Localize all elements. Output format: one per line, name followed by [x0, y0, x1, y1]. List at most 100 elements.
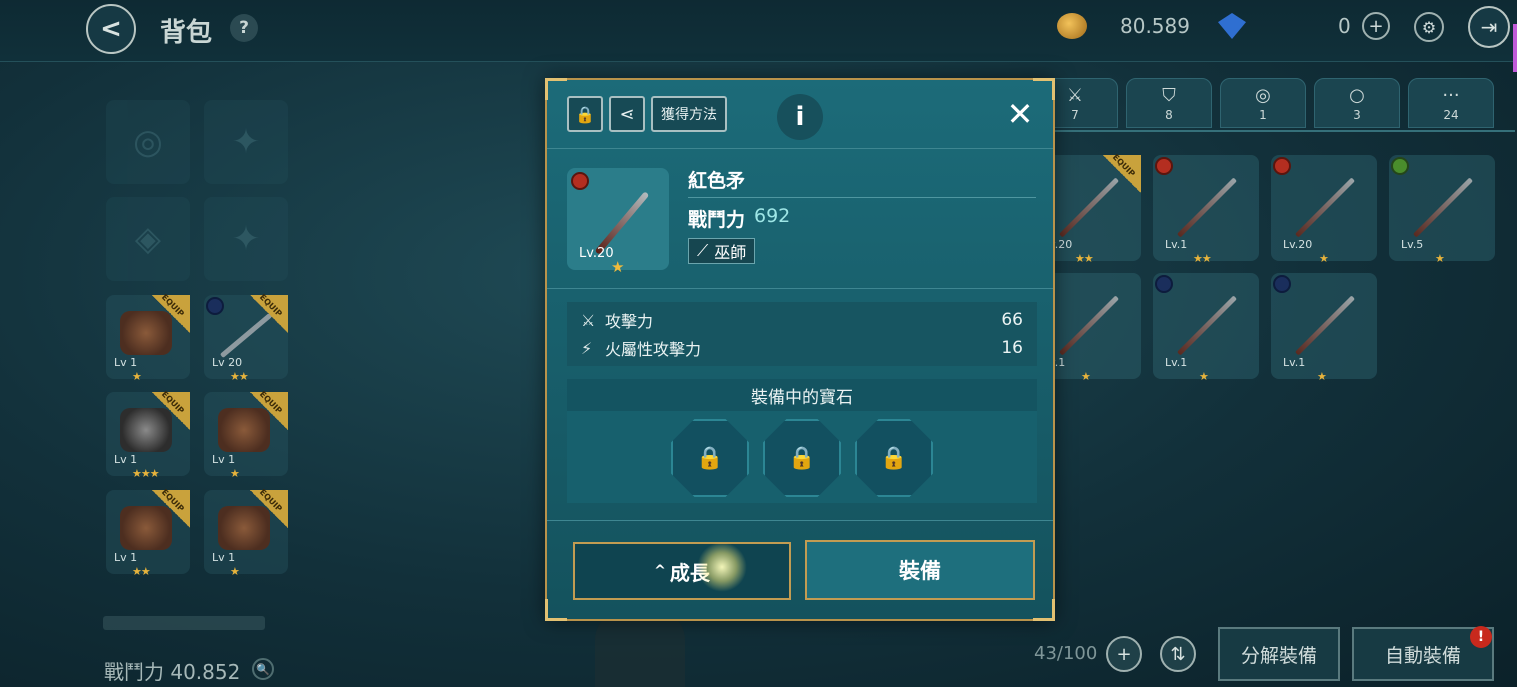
tab-necklace[interactable]: ◎ 1	[1220, 78, 1306, 128]
lock-icon: 🔒	[788, 445, 816, 471]
item-detail-modal: 🔒 ⋖ 獲得方法 i ✕ Lv.20 ★ 紅色矛 戰鬥力 692 ⟋ 巫師 ⚔ …	[545, 78, 1055, 621]
exit-icon[interactable]: ⇥	[1468, 6, 1510, 48]
gem-section-header: 裝備中的寶石	[567, 379, 1037, 411]
stat-value: 66	[1001, 310, 1023, 330]
equip-tag: EQUIP	[250, 293, 288, 333]
add-currency-button[interactable]: +	[1362, 12, 1390, 40]
water-element-icon	[1273, 275, 1291, 293]
gem-sockets: 🔒 🔒 🔒	[567, 411, 1037, 503]
lock-icon: 🔒	[696, 445, 724, 471]
spear-icon	[1176, 295, 1238, 356]
combat-power-value: 692	[754, 205, 791, 227]
spear-icon	[1294, 177, 1356, 238]
info-icon[interactable]: i	[777, 94, 823, 140]
divider	[547, 520, 1053, 521]
back-button[interactable]: <	[86, 4, 136, 54]
inventory-item[interactable]: Lv.1 ★	[1153, 273, 1259, 383]
tab-more[interactable]: ··· 24	[1408, 78, 1494, 128]
slot-level: Lv 1	[114, 551, 138, 564]
equip-slot-gloves[interactable]: EQUIP Lv 1 ★★	[106, 488, 190, 578]
equip-slot-crown[interactable]: EQUIP Lv 1 ★	[106, 293, 190, 383]
plus-icon: +	[1116, 643, 1132, 665]
expand-inventory-button[interactable]: +	[1106, 636, 1142, 672]
gem-socket-locked[interactable]: 🔒	[763, 419, 841, 497]
inventory-item[interactable]: Lv.5 ★	[1389, 155, 1495, 265]
equip-tag: EQUIP	[152, 293, 190, 333]
equip-button[interactable]: 裝備	[805, 540, 1035, 600]
settings-icon[interactable]: ⚙	[1414, 12, 1444, 42]
item-stars: ★	[1317, 370, 1327, 383]
divider	[547, 148, 1053, 149]
tab-armor[interactable]: ⛉ 8	[1126, 78, 1212, 128]
slot-stars: ★	[132, 370, 142, 383]
acquire-method-button[interactable]: 獲得方法	[651, 96, 727, 132]
necklace-icon: ◎	[1255, 85, 1271, 106]
sort-icon: ⇅	[1170, 643, 1186, 665]
inventory-item[interactable]: Lv.1 ★★	[1153, 155, 1259, 265]
slot-level: Lv 1	[114, 453, 138, 466]
equip-slot-spear[interactable]: EQUIP Lv 20 ★★	[204, 293, 288, 383]
equip-slot-armor[interactable]: EQUIP Lv 1 ★	[204, 390, 288, 480]
gem-socket-locked[interactable]: 🔒	[671, 419, 749, 497]
class-tag: ⟋ 巫師	[688, 238, 756, 264]
slot-stars: ★★	[132, 565, 151, 578]
slot-stars: ★	[230, 467, 240, 480]
close-icon[interactable]: ✕	[1005, 94, 1035, 134]
fire-element-icon	[1273, 157, 1291, 175]
spear-icon	[1058, 295, 1120, 356]
spear-icon	[1294, 295, 1356, 356]
equip-tag: EQUIP	[152, 390, 190, 430]
share-button[interactable]: ⋖	[609, 96, 645, 132]
fire-sword-icon: ⚡	[581, 338, 593, 358]
grow-button[interactable]: ^ 成長	[573, 542, 791, 600]
equip-tag: EQUIP	[250, 390, 288, 430]
equip-slot-helmet[interactable]: EQUIP Lv 1 ★★★	[106, 390, 190, 480]
item-stars: ★	[1081, 370, 1091, 383]
necklace-slot-empty[interactable]: ◎	[106, 100, 190, 184]
player-name-blurred	[103, 616, 265, 630]
item-name: 紅色矛	[688, 170, 746, 192]
earring-icon: ◈	[134, 219, 162, 259]
tab-ring[interactable]: ○ 3	[1314, 78, 1400, 128]
disassemble-button[interactable]: 分解裝備	[1218, 627, 1340, 681]
frame-corner	[1033, 599, 1055, 621]
weapon-slot-empty[interactable]: ✦	[204, 100, 288, 184]
side-notification-edge	[1513, 24, 1517, 72]
help-icon[interactable]: ?	[230, 14, 258, 42]
leaf-element-icon	[1391, 157, 1409, 175]
sword-icon: ✦	[231, 219, 261, 259]
sort-button[interactable]: ⇅	[1160, 636, 1196, 672]
stat-row: ⚡ 火屬性攻擊力 16	[581, 334, 1023, 362]
equip-tag: EQUIP	[250, 488, 288, 528]
combat-power-label: 戰鬥力	[688, 209, 746, 231]
inventory-item[interactable]: Lv.20 ★	[1271, 155, 1377, 265]
offhand-slot-empty[interactable]: ✦	[204, 197, 288, 281]
share-icon: ⋖	[619, 103, 635, 125]
stat-label: 攻擊力	[605, 312, 654, 331]
inventory-count: 43/100	[1034, 643, 1098, 664]
chevron-up-icon: ^	[654, 563, 666, 579]
earring-slot-empty[interactable]: ◈	[106, 197, 190, 281]
item-icon: Lv.20 ★	[567, 168, 669, 276]
item-level: Lv.20	[579, 246, 614, 261]
alert-badge: !	[1470, 626, 1492, 648]
tab-count: 3	[1353, 108, 1361, 122]
more-icon: ···	[1442, 85, 1460, 106]
lock-icon: 🔒	[880, 445, 908, 471]
gem-amount: 0	[1338, 14, 1351, 38]
slot-level: Lv 1	[114, 356, 138, 369]
equip-slot-boots[interactable]: EQUIP Lv 1 ★	[204, 488, 288, 578]
tab-count: 8	[1165, 108, 1173, 122]
character-silhouette	[595, 610, 685, 687]
gem-socket-locked[interactable]: 🔒	[855, 419, 933, 497]
search-icon[interactable]: 🔍	[252, 658, 274, 680]
slot-level: Lv 1	[212, 453, 236, 466]
tap-glow	[697, 542, 747, 592]
spear-icon	[1412, 177, 1474, 238]
divider	[688, 197, 1036, 198]
item-level: Lv.1	[1165, 356, 1188, 369]
item-stars: ★★	[1075, 252, 1094, 265]
stats-box: ⚔ 攻擊力 66 ⚡ 火屬性攻擊力 16	[567, 302, 1037, 366]
lock-button[interactable]: 🔒	[567, 96, 603, 132]
inventory-item[interactable]: Lv.1 ★	[1271, 273, 1377, 383]
